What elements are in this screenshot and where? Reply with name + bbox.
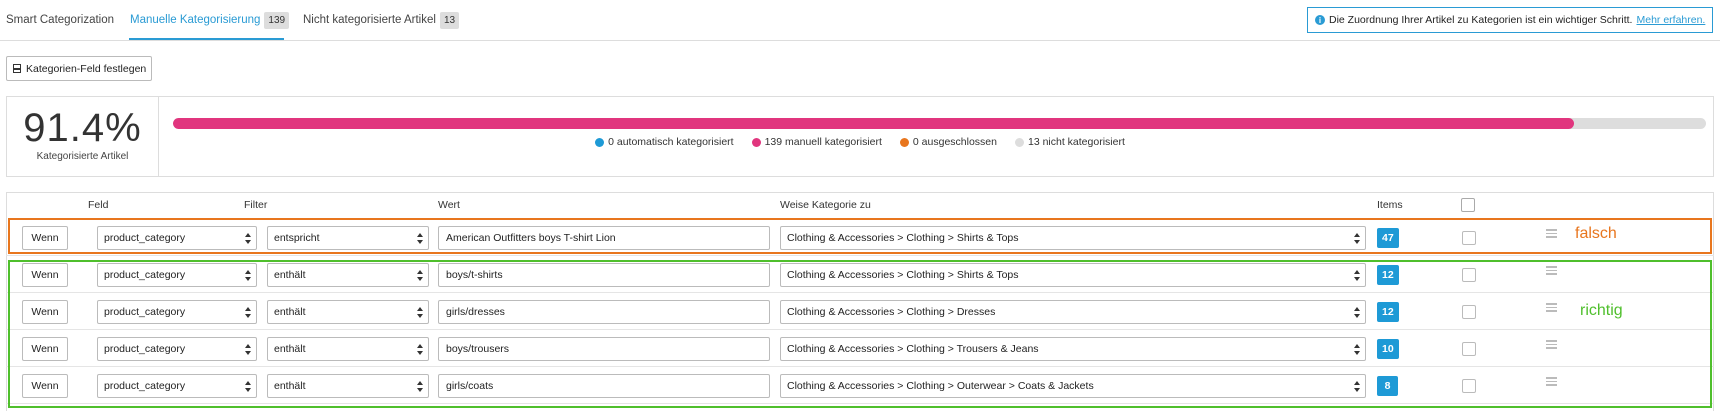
legend-dot — [751, 137, 761, 147]
info-icon: i — [1315, 15, 1325, 25]
legend-item-automatic: 0 automatisch kategorisiert — [595, 136, 734, 148]
column-header-category: Weise Kategorie zu — [780, 199, 871, 211]
set-category-field-button[interactable]: Kategorien-Feld festlegen — [6, 56, 152, 81]
column-header-field: Feld — [88, 199, 109, 211]
legend-label: 13 nicht kategorisiert — [1027, 136, 1125, 148]
column-header-filter: Filter — [244, 199, 268, 211]
legend-dot — [899, 137, 909, 147]
field-icon — [13, 64, 21, 73]
legend-dot — [595, 137, 605, 147]
annotation-label-wrong: falsch — [1575, 225, 1617, 242]
legend-item-excluded: 0 ausgeschlossen — [899, 136, 997, 148]
set-category-field-label: Kategorien-Feld festlegen — [26, 62, 147, 75]
select-all-checkbox[interactable] — [1461, 198, 1475, 212]
legend-item-manual: 139 manuell kategorisiert — [751, 136, 882, 148]
tab-label: Manuelle Kategorisierung — [130, 14, 261, 26]
learn-more-link[interactable]: Mehr erfahren. — [1636, 14, 1705, 26]
legend-label: 0 ausgeschlossen — [912, 136, 997, 148]
tab-manual-categorization[interactable]: Manuelle Kategorisierung 139 — [130, 11, 290, 29]
legend-label: 139 manuell kategorisiert — [764, 136, 882, 148]
tab-smart-categorization[interactable]: Smart Categorization — [6, 12, 114, 28]
progress-bar — [173, 118, 1706, 129]
legend-dot — [1014, 137, 1024, 147]
info-banner: i Die Zuordnung Ihrer Artikel zu Kategor… — [1307, 7, 1713, 33]
column-header-items: Items — [1377, 199, 1403, 211]
legend-item-uncategorized: 13 nicht kategorisiert — [1014, 136, 1125, 148]
tab-count-badge: 13 — [439, 11, 460, 29]
annotation-label-right: richtig — [1580, 302, 1623, 319]
annotation-box-wrong — [8, 218, 1712, 254]
tab-label: Nicht kategorisierte Artikel — [303, 14, 436, 26]
progress-legend: 0 automatisch kategorisiert 139 manuell … — [0, 136, 1720, 148]
progress-bar-fill — [173, 118, 1575, 129]
active-tab-indicator — [129, 38, 284, 40]
legend-label: 0 automatisch kategorisiert — [608, 136, 734, 148]
column-header-value: Wert — [438, 199, 460, 211]
categorized-label: Kategorisierte Artikel — [36, 151, 129, 162]
tab-label: Smart Categorization — [6, 14, 115, 26]
tab-uncategorized-items[interactable]: Nicht kategorisierte Artikel 13 — [303, 11, 460, 29]
tab-count-badge: 139 — [264, 11, 290, 29]
info-text: Die Zuordnung Ihrer Artikel zu Kategorie… — [1329, 14, 1633, 26]
annotation-box-right — [8, 260, 1712, 408]
